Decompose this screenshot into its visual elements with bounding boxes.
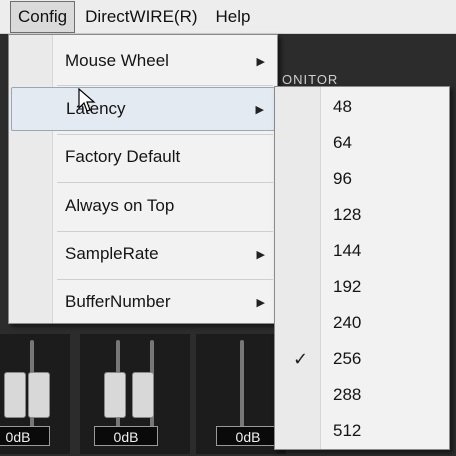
latency-option-240[interactable]: 240	[275, 305, 449, 341]
latency-option-48[interactable]: 48	[275, 89, 449, 125]
config-dropdown: Mouse Wheel ▶ Latency ▶ Factory Default …	[8, 34, 278, 324]
menu-separator	[57, 85, 273, 86]
latency-option-288[interactable]: 288	[275, 377, 449, 413]
latency-option-128[interactable]: 128	[275, 197, 449, 233]
latency-option-label: 512	[333, 421, 362, 440]
latency-option-label: 128	[333, 205, 362, 224]
monitor-label: ONITOR	[282, 72, 339, 87]
menu-item-mouse-wheel[interactable]: Mouse Wheel ▶	[11, 39, 275, 83]
submenu-arrow-icon: ▶	[256, 55, 265, 68]
menu-separator	[57, 182, 273, 183]
menubar: Config DirectWIRE(R) Help	[0, 0, 456, 34]
latency-option-label: 256	[333, 349, 362, 368]
latency-option-96[interactable]: 96	[275, 161, 449, 197]
latency-option-144[interactable]: 144	[275, 233, 449, 269]
latency-option-256[interactable]: ✓ 256	[275, 341, 449, 377]
menu-config[interactable]: Config	[10, 0, 76, 33]
menu-item-label: BufferNumber	[65, 292, 171, 311]
latency-option-label: 288	[333, 385, 362, 404]
menu-item-samplerate[interactable]: SampleRate ▶	[11, 232, 275, 276]
latency-option-64[interactable]: 64	[275, 125, 449, 161]
mouse-cursor-icon	[78, 88, 96, 112]
menu-item-label: Mouse Wheel	[65, 51, 169, 70]
db-readout-2: 0dB	[94, 426, 158, 446]
menu-help[interactable]: Help	[208, 1, 259, 33]
menu-directwire[interactable]: DirectWIRE(R)	[77, 1, 205, 33]
latency-option-512[interactable]: 512	[275, 413, 449, 449]
menu-item-label: Always on Top	[65, 196, 175, 215]
latency-option-label: 96	[333, 169, 352, 188]
latency-option-192[interactable]: 192	[275, 269, 449, 305]
latency-option-label: 144	[333, 241, 362, 260]
submenu-arrow-icon: ▶	[256, 296, 265, 309]
latency-option-label: 48	[333, 97, 352, 116]
check-icon: ✓	[293, 349, 309, 369]
db-readout-1: 0dB	[0, 426, 50, 446]
db-readout-3: 0dB	[216, 426, 280, 446]
fader-track	[240, 340, 244, 430]
menu-item-label: SampleRate	[65, 244, 159, 263]
latency-option-label: 240	[333, 313, 362, 332]
menu-item-always-on-top[interactable]: Always on Top	[11, 184, 275, 228]
menu-item-latency[interactable]: Latency ▶	[11, 87, 275, 131]
menu-item-buffernumber[interactable]: BufferNumber ▶	[11, 280, 275, 324]
fader-knob-left[interactable]	[4, 372, 26, 418]
menu-item-factory-default[interactable]: Factory Default	[11, 135, 275, 179]
channel-strip-2: 0dB	[80, 334, 190, 454]
channel-strip-1: 0dB	[0, 334, 70, 454]
channel-strip-3: 0dB	[196, 334, 286, 454]
submenu-arrow-icon: ▶	[255, 103, 264, 116]
fader-knob-right[interactable]	[28, 372, 50, 418]
latency-option-label: 192	[333, 277, 362, 296]
fader-knob-right[interactable]	[132, 372, 154, 418]
menu-item-label: Factory Default	[65, 147, 181, 166]
latency-option-label: 64	[333, 133, 352, 152]
submenu-arrow-icon: ▶	[256, 248, 265, 261]
fader-knob-left[interactable]	[104, 372, 126, 418]
latency-submenu: 48 64 96 128 144 192 240 ✓ 256 288 512	[274, 86, 450, 450]
